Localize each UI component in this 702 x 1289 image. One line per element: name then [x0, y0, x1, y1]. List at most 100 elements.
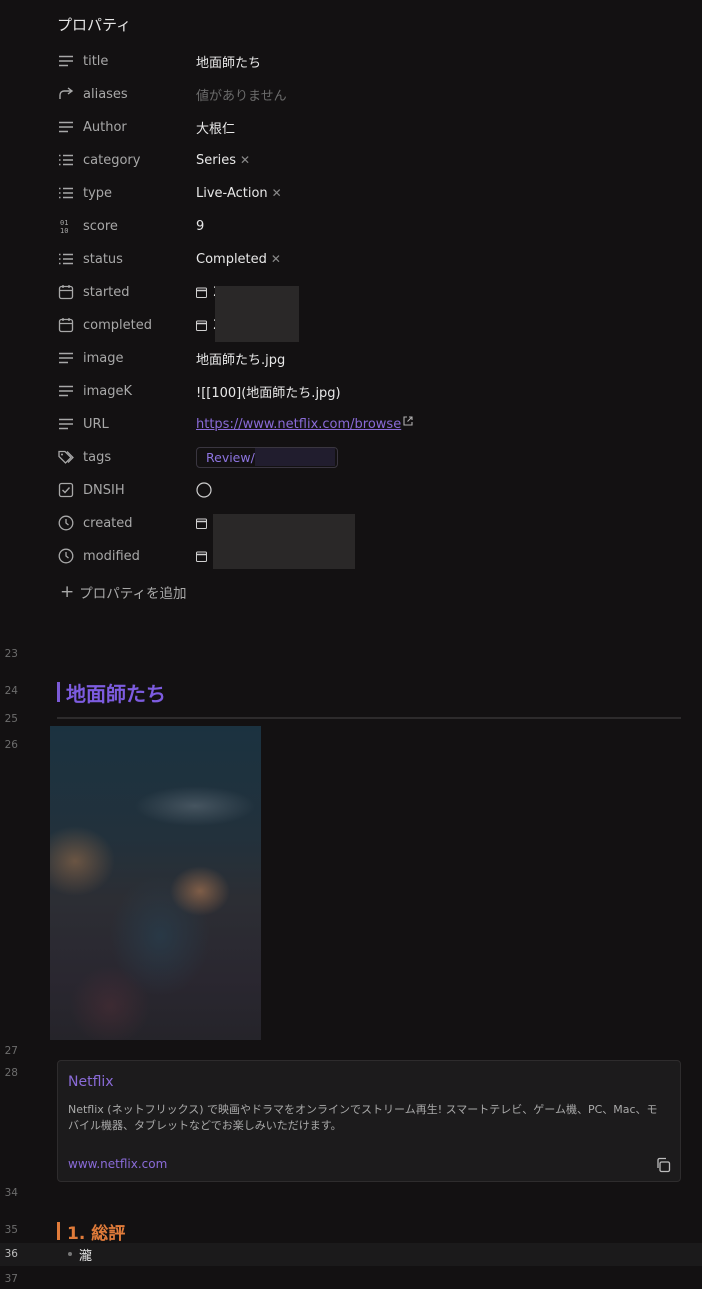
list-item-text: 瀧 [79, 1248, 93, 1264]
remove-chip-icon[interactable]: ✕ [271, 252, 281, 266]
property-type[interactable]: type Live-Action ✕ [57, 178, 677, 208]
heading-1-text: 地面師たち [66, 681, 166, 706]
active-line-highlight [0, 1243, 702, 1266]
property-value-placeholder[interactable]: 値がありません [196, 85, 287, 104]
lines-icon [57, 118, 75, 136]
property-image[interactable]: image 地面師たち.jpg [57, 343, 677, 373]
svg-text:10: 10 [60, 227, 68, 234]
property-name: modified [83, 548, 140, 564]
heading-marker [57, 1222, 60, 1240]
heading-marker [57, 682, 60, 702]
calendar-icon [57, 316, 75, 334]
bullet-icon [68, 1252, 72, 1256]
redacted-datetime-block [213, 514, 355, 569]
property-title[interactable]: title 地面師たち [57, 46, 677, 76]
remove-chip-icon[interactable]: ✕ [240, 153, 250, 167]
list-item[interactable]: 瀧 [68, 1244, 92, 1264]
card-url[interactable]: www.netflix.com [68, 1157, 167, 1171]
property-category[interactable]: category Series ✕ [57, 145, 677, 175]
property-value[interactable]: ![[100](地面師たち.jpg) [196, 382, 341, 401]
list-icon [57, 250, 75, 268]
property-value[interactable]: 大根仁 [196, 118, 235, 137]
line-number: 27 [4, 1045, 18, 1057]
card-description: Netflix (ネットフリックス) で映画やドラマをオンラインでストリーム再生… [68, 1103, 658, 1132]
clock-icon [57, 514, 75, 532]
line-number: 28 [4, 1067, 18, 1079]
add-property-button[interactable]: + プロパティを追加 [60, 580, 186, 604]
property-name: DNSIH [83, 482, 125, 498]
property-value[interactable]: https://www.netflix.com/browse [196, 416, 413, 432]
line-number: 26 [4, 739, 18, 751]
list-icon [57, 184, 75, 202]
property-tags[interactable]: tags Review/: [57, 442, 677, 472]
property-modified[interactable]: modified [57, 541, 677, 571]
property-name: started [83, 284, 130, 300]
calendar-icon [57, 283, 75, 301]
number-icon: 01 10 [57, 217, 75, 235]
property-value[interactable]: 9 [196, 219, 204, 234]
list-chip-label: Live-Action [196, 185, 268, 201]
property-score[interactable]: 01 10 score 9 [57, 211, 677, 241]
horizontal-rule [57, 717, 681, 719]
property-status[interactable]: status Completed ✕ [57, 244, 677, 274]
property-value[interactable] [196, 551, 213, 562]
property-author[interactable]: Author 大根仁 [57, 112, 677, 142]
lines-icon [57, 52, 75, 70]
remove-chip-icon[interactable]: ✕ [272, 186, 282, 200]
list-chip-label: Completed [196, 251, 267, 267]
list-chip-label: Series [196, 152, 236, 168]
calendar-small-icon [196, 518, 207, 529]
card-title[interactable]: Netflix [68, 1074, 114, 1090]
property-name: status [83, 251, 123, 267]
circle-checkbox-icon[interactable] [196, 482, 212, 498]
redacted-tag-block [255, 448, 335, 466]
property-value[interactable]: 地面師たち.jpg [196, 349, 285, 368]
property-name: score [83, 218, 118, 234]
url-link[interactable]: https://www.netflix.com/browse [196, 417, 401, 432]
heading-2[interactable]: 1. 総評 [57, 1219, 126, 1244]
list-icon [57, 151, 75, 169]
property-aliases[interactable]: aliases 値がありません [57, 79, 677, 109]
plus-icon: + [60, 582, 75, 602]
property-name: created [83, 515, 133, 531]
forward-arrow-icon [57, 85, 75, 103]
clock-icon [57, 547, 75, 565]
line-number: 34 [4, 1187, 18, 1199]
property-value[interactable]: 地面師たち [196, 52, 261, 71]
lines-icon [57, 349, 75, 367]
lines-icon [57, 382, 75, 400]
heading-1[interactable]: 地面師たち [57, 679, 166, 706]
property-value[interactable]: Series ✕ [196, 153, 250, 168]
svg-text:01: 01 [60, 219, 68, 227]
property-url[interactable]: URL https://www.netflix.com/browse [57, 409, 677, 439]
property-imagek[interactable]: imageK ![[100](地面師たち.jpg) [57, 376, 677, 406]
property-name: URL [83, 416, 109, 432]
calendar-small-icon [196, 320, 207, 331]
property-dnsih[interactable]: DNSIH [57, 475, 677, 505]
line-number: 35 [4, 1224, 18, 1236]
tags-icon [57, 448, 75, 466]
checkbox-icon [57, 481, 75, 499]
heading-2-text: 1. 総評 [67, 1223, 126, 1244]
link-preview-card[interactable]: Netflix Netflix (ネットフリックス) で映画やドラマをオンライン… [57, 1060, 681, 1182]
properties-heading: プロパティ [57, 16, 132, 34]
line-number: 23 [4, 648, 18, 660]
property-name: Author [83, 119, 127, 135]
property-name: aliases [83, 86, 128, 102]
property-name: image [83, 350, 124, 366]
embedded-image[interactable] [50, 726, 261, 1040]
line-number: 24 [4, 685, 18, 697]
line-number-active: 36 [4, 1248, 18, 1260]
property-started[interactable]: started 2 [57, 277, 677, 307]
property-created[interactable]: created [57, 508, 677, 538]
property-name: type [83, 185, 113, 201]
copy-icon[interactable] [655, 1157, 671, 1173]
property-value[interactable]: Completed ✕ [196, 252, 281, 267]
property-name: completed [83, 317, 152, 333]
line-number: 25 [4, 713, 18, 725]
property-value[interactable] [196, 518, 213, 529]
property-checkbox[interactable] [196, 482, 212, 498]
property-completed[interactable]: completed 2 [57, 310, 677, 340]
calendar-small-icon [196, 287, 207, 298]
property-value[interactable]: Live-Action ✕ [196, 186, 282, 201]
